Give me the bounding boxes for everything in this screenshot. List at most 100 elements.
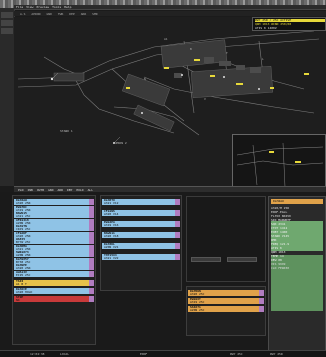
- bay-button[interactable]: [227, 257, 257, 262]
- map-label: L: [262, 57, 264, 61]
- tool-button[interactable]: [1, 12, 13, 18]
- detail-row: CLD FEW030: [271, 267, 290, 270]
- detail-row: SID MARUN7F: [271, 219, 291, 222]
- strip-status-marker[interactable]: [89, 257, 94, 264]
- bay-tab[interactable]: DEP: [67, 188, 72, 192]
- flight-strip[interactable]: EWG7KC A319 25R: [14, 205, 94, 212]
- detail-row: CTOT 1412: [271, 227, 288, 230]
- tool-button[interactable]: [1, 20, 13, 26]
- toolbar-item[interactable]: A-S: [20, 12, 25, 16]
- clock: 12:04:38: [30, 352, 45, 356]
- strip-status-marker[interactable]: [175, 254, 180, 260]
- bay-tab[interactable]: GND: [48, 188, 53, 192]
- flight-strip[interactable]: DLH5UN A320 25C: [188, 290, 264, 296]
- detail-header[interactable]: DLH4AU: [271, 199, 323, 204]
- bay-tab[interactable]: PLN: [18, 188, 23, 192]
- map-label: T: [226, 51, 228, 55]
- strip-type: A319 V16: [104, 223, 119, 227]
- strip-status-marker[interactable]: [259, 298, 264, 304]
- flight-strip[interactable]: DLH9PE A320 25R: [14, 264, 94, 270]
- strip-status-marker[interactable]: [89, 296, 94, 302]
- detail-row: ATIS K: [271, 247, 282, 250]
- strip-type: A1 B T: [16, 282, 27, 286]
- toolbar-item[interactable]: GND: [46, 12, 51, 16]
- flight-strip[interactable]: DLH6MA A321 25R: [14, 244, 94, 251]
- flight-strip[interactable]: UAE45 B77W 25C: [14, 238, 94, 244]
- map-label: A1: [164, 37, 168, 41]
- strip-status-marker[interactable]: [89, 231, 94, 238]
- map-label: APRON 2: [114, 141, 127, 145]
- left-tool-strip: [0, 8, 15, 186]
- inset-map-window[interactable]: [232, 134, 326, 190]
- flight-strip[interactable]: AFR1418 A20N 25R: [14, 218, 94, 225]
- strip-status-marker[interactable]: [89, 270, 94, 277]
- flight-strip[interactable]: CFG2KF A320 25R: [14, 231, 94, 238]
- runway-status: RWY 25C: [230, 352, 243, 356]
- bay-tab[interactable]: ARR: [58, 188, 63, 192]
- info-row: RWY 25R / 25C ACTIVE: [255, 19, 325, 22]
- map-label: N: [144, 77, 146, 81]
- flight-strip[interactable]: THY1594 A321 V22: [102, 254, 180, 260]
- strip-type: A20N V21: [104, 245, 119, 249]
- flight-strip[interactable]: TAXI A1 B T: [14, 280, 94, 286]
- detail-row: QNH 1013: [271, 251, 286, 254]
- tool-button[interactable]: [1, 28, 13, 34]
- strip-bay-middle: DLH8TX A321 V12 CFG1NS A320 V14 EWG4PA A319 V…: [100, 195, 182, 291]
- flight-strip[interactable]: DLH8TX A321 V12: [102, 199, 180, 205]
- detail-row: STAND V145: [271, 235, 290, 238]
- flight-strip[interactable]: BAW915 A321 25C: [14, 212, 94, 218]
- bay-button[interactable]: [191, 257, 221, 262]
- strip-status-marker[interactable]: [89, 264, 94, 270]
- strip-status-marker[interactable]: [175, 199, 180, 205]
- strip-status-marker[interactable]: [175, 232, 180, 238]
- bay-tab[interactable]: HOLD: [76, 188, 83, 192]
- menu-item-view[interactable]: View: [26, 5, 33, 9]
- toolbar-item[interactable]: DEP: [69, 12, 74, 16]
- map-label: B: [190, 47, 192, 51]
- strip-status-marker[interactable]: [89, 225, 94, 231]
- strip-status-marker[interactable]: [89, 205, 94, 212]
- toolbar-item[interactable]: TWR: [58, 12, 63, 16]
- strip-type: A20N 25C: [190, 308, 205, 312]
- strip-status-marker[interactable]: [89, 244, 94, 251]
- flight-strip[interactable]: DLH3KL A20N V21: [102, 243, 180, 249]
- menu-item-file[interactable]: File: [16, 5, 23, 9]
- flight-strip[interactable]: EWG4PA A319 V16: [102, 221, 180, 227]
- detail-row: SQK 2341: [271, 223, 286, 226]
- bay-tab[interactable]: OUTB: [37, 188, 44, 192]
- strip-status-marker[interactable]: [175, 210, 180, 216]
- bay-tab[interactable]: INB: [27, 188, 32, 192]
- strip-status-marker[interactable]: [259, 306, 264, 312]
- flight-strip[interactable]: SAS671 A20N 25C: [188, 306, 264, 312]
- flight-strip[interactable]: CFG1NS A320 V14: [102, 210, 180, 216]
- strip-status-marker[interactable]: [259, 290, 264, 296]
- flight-strip[interactable]: DLH4AU A320 25R: [14, 199, 94, 205]
- toolbar-item[interactable]: SMR: [92, 12, 97, 16]
- menu-item-help[interactable]: Help: [64, 5, 71, 9]
- strip-status-marker[interactable]: [175, 221, 180, 227]
- strip-status-marker[interactable]: [89, 218, 94, 225]
- strip-status-marker[interactable]: [89, 288, 94, 294]
- flight-strip[interactable]: SWR1073 A20N 25R: [14, 251, 94, 257]
- toolbar-item[interactable]: APRON: [31, 12, 40, 16]
- strip-status-marker[interactable]: [89, 251, 94, 257]
- detail-row: EOBT 1400: [271, 231, 288, 234]
- flight-strip[interactable]: KLM1857 B738 25C: [14, 257, 94, 264]
- strip-status-marker[interactable]: [89, 212, 94, 218]
- menu-item-preview[interactable]: Preview: [36, 5, 49, 9]
- strip-status-marker[interactable]: [89, 238, 94, 244]
- strip-status-marker[interactable]: [175, 243, 180, 249]
- flight-strip[interactable]: STOP N4: [14, 296, 94, 302]
- flight-strip[interactable]: EWG9XT A319 25C: [188, 298, 264, 304]
- detail-row: A320/M 25R: [271, 207, 290, 210]
- flight-strip[interactable]: AUA14V E195 25C: [14, 270, 94, 277]
- flight-strip[interactable]: DLH1TN CRJ9 25C: [14, 225, 94, 231]
- strip-status-marker[interactable]: [89, 280, 94, 286]
- runway-status: RWY 25R: [270, 352, 283, 356]
- flight-strip[interactable]: DLH2CE A320 HOLD: [14, 288, 94, 294]
- strip-status-marker[interactable]: [89, 199, 94, 205]
- menu-item-tools[interactable]: Tools: [52, 5, 61, 9]
- bay-tab[interactable]: ALL: [88, 188, 93, 192]
- flight-strip[interactable]: BAW911 A320 V18: [102, 232, 180, 238]
- toolbar-item[interactable]: ARR: [81, 12, 86, 16]
